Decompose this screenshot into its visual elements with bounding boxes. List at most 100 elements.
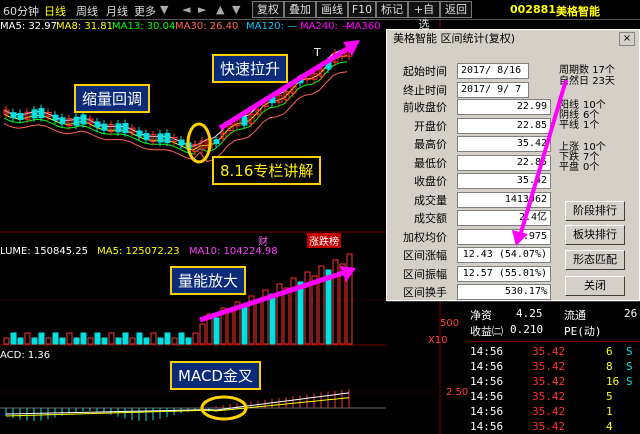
macd-bars xyxy=(0,388,386,421)
stat-label: 区间涨幅 xyxy=(403,249,447,262)
candle-stat: 平盘 0个 xyxy=(559,158,599,173)
day-count-value: 23天 xyxy=(592,76,615,87)
ranking-marker[interactable]: 涨跌榜 xyxy=(307,233,341,248)
stat-row: 收盘价 35.42 xyxy=(387,173,587,191)
tick-time: 14:56 xyxy=(470,405,504,418)
tick-price: 35.42 xyxy=(532,420,566,433)
volume-bar xyxy=(129,337,136,345)
candlesticks xyxy=(3,47,353,156)
float-label: 流通 xyxy=(564,309,586,322)
stat-label: 区间振幅 xyxy=(403,267,447,281)
ma-line xyxy=(3,61,348,155)
volume-bar xyxy=(31,337,38,345)
volume-bar xyxy=(122,332,129,345)
volume-bar xyxy=(255,299,262,345)
macd-golden-cross-annotation: MACD金叉 xyxy=(170,361,261,390)
volume-bar xyxy=(178,332,185,345)
volume-bar xyxy=(199,323,206,345)
volume-bar xyxy=(38,332,45,345)
macd-tick: 2.50 xyxy=(446,387,468,398)
net-asset-label: 净资 xyxy=(470,309,492,322)
quote-panel: 净资 4.25 流通 26 收益㈡ 0.210 PE(动) 14:56 35.42… xyxy=(470,305,640,434)
volume-bar xyxy=(59,337,66,345)
stat-value: 35.42 xyxy=(457,173,551,189)
stat-value: 1413962 xyxy=(457,191,551,208)
start-time-field[interactable]: 2017/ 8/16 xyxy=(457,63,529,79)
stat-value: 12.57 (55.01%) xyxy=(457,265,551,282)
sector-ranking-button[interactable]: 板块排行 xyxy=(565,225,625,245)
stat-label: 最低价 xyxy=(414,156,447,170)
candle-stat: 平线 1个 xyxy=(559,116,599,131)
volume-ma10: MA10: 104224.98 xyxy=(188,246,278,257)
volume-bar xyxy=(101,337,108,345)
end-time-label: 终止时间 xyxy=(403,84,447,97)
shrink-pullback-annotation: 缩量回调 xyxy=(74,84,151,113)
volume-bar xyxy=(87,337,94,345)
volume-bar xyxy=(185,337,192,345)
tick-row: 14:56 35.42 8 S xyxy=(470,360,640,374)
candle-body xyxy=(59,117,66,125)
top-marker: T xyxy=(313,46,321,59)
volume-legend: LUME: 150845.25 MA5: 125072.23 MA10: 104… xyxy=(0,246,278,257)
volume-bar xyxy=(3,337,10,345)
tick-volume: 6 xyxy=(606,345,613,358)
candle-body xyxy=(38,108,45,119)
tick-time: 14:56 xyxy=(470,360,504,373)
stat-label: 最高价 xyxy=(414,138,447,151)
end-time-row: 终止时间 2017/ 9/ 7 xyxy=(387,82,587,100)
tick-time: 14:56 xyxy=(470,390,504,403)
stat-row: 区间振幅 12.57 (55.01%) xyxy=(387,265,587,284)
stat-value: 2.4亿 xyxy=(457,210,551,226)
volume-bar xyxy=(171,337,178,345)
start-time-row: 起始时间 2017/ 8/16 xyxy=(387,63,587,81)
pe-label: PE(动) xyxy=(564,325,602,338)
eps-label: 收益㈡ xyxy=(470,325,503,338)
tick-volume: 16 xyxy=(606,375,620,388)
tick-price: 35.42 xyxy=(532,405,566,418)
volume-bar xyxy=(66,332,73,345)
volume-bar xyxy=(157,337,164,345)
close-button[interactable]: 关闭 xyxy=(565,276,625,296)
candle-body xyxy=(143,133,150,141)
tick-time: 14:56 xyxy=(470,375,504,388)
candle-stat-value: 1个 xyxy=(583,120,600,131)
candle-stat-label: 平盘 xyxy=(559,162,579,173)
candle-body xyxy=(122,123,129,134)
candle-body xyxy=(157,133,164,143)
volume-bar xyxy=(24,332,31,345)
tick-price: 35.42 xyxy=(532,360,566,373)
volume-bar xyxy=(227,311,234,345)
end-time-field[interactable]: 2017/ 9/ 7 xyxy=(457,82,529,98)
candle-body xyxy=(178,139,185,146)
eps-row: 收益㈡ 0.210 PE(动) xyxy=(470,323,640,338)
stat-value: 35.42 xyxy=(457,136,551,152)
interval-stats-dialog: 美格智能 区间统计(复权) × 起始时间 2017/ 8/16 终止时间 201… xyxy=(386,29,640,301)
volume-bar xyxy=(52,332,59,345)
volume-bar xyxy=(297,281,304,345)
volume-ma5: MA5: 125072.23 xyxy=(97,246,180,257)
candle-body xyxy=(213,139,220,145)
tick-row: 14:56 35.42 1 xyxy=(470,405,640,419)
volume-expand-annotation: 量能放大 xyxy=(170,266,247,295)
volume-bar xyxy=(192,332,199,345)
close-icon[interactable]: × xyxy=(619,32,635,46)
volume-bar xyxy=(241,305,248,345)
tick-volume: 8 xyxy=(606,360,613,373)
candle-body xyxy=(101,123,108,131)
stage-ranking-button[interactable]: 阶段排行 xyxy=(565,201,625,221)
stat-row: 加权均价 9.975 xyxy=(387,228,587,247)
volume-bar xyxy=(108,332,115,345)
day-count-label: 自然日 xyxy=(559,76,589,87)
candle-body xyxy=(31,109,38,119)
tick-row: 14:56 35.42 6 S xyxy=(470,345,640,359)
moving-average-lines xyxy=(3,49,348,162)
pattern-match-button[interactable]: 形态匹配 xyxy=(565,250,625,270)
volume-value: LUME: 150845.25 xyxy=(0,246,88,257)
tick-volume: 1 xyxy=(606,405,613,418)
stat-label: 成交量 xyxy=(414,193,447,207)
volume-bar xyxy=(80,332,87,345)
candle-stat-label: 平线 xyxy=(559,120,579,131)
volume-bar xyxy=(150,332,157,345)
candle-body xyxy=(241,116,248,126)
stat-label: 区间换手 xyxy=(403,286,447,299)
